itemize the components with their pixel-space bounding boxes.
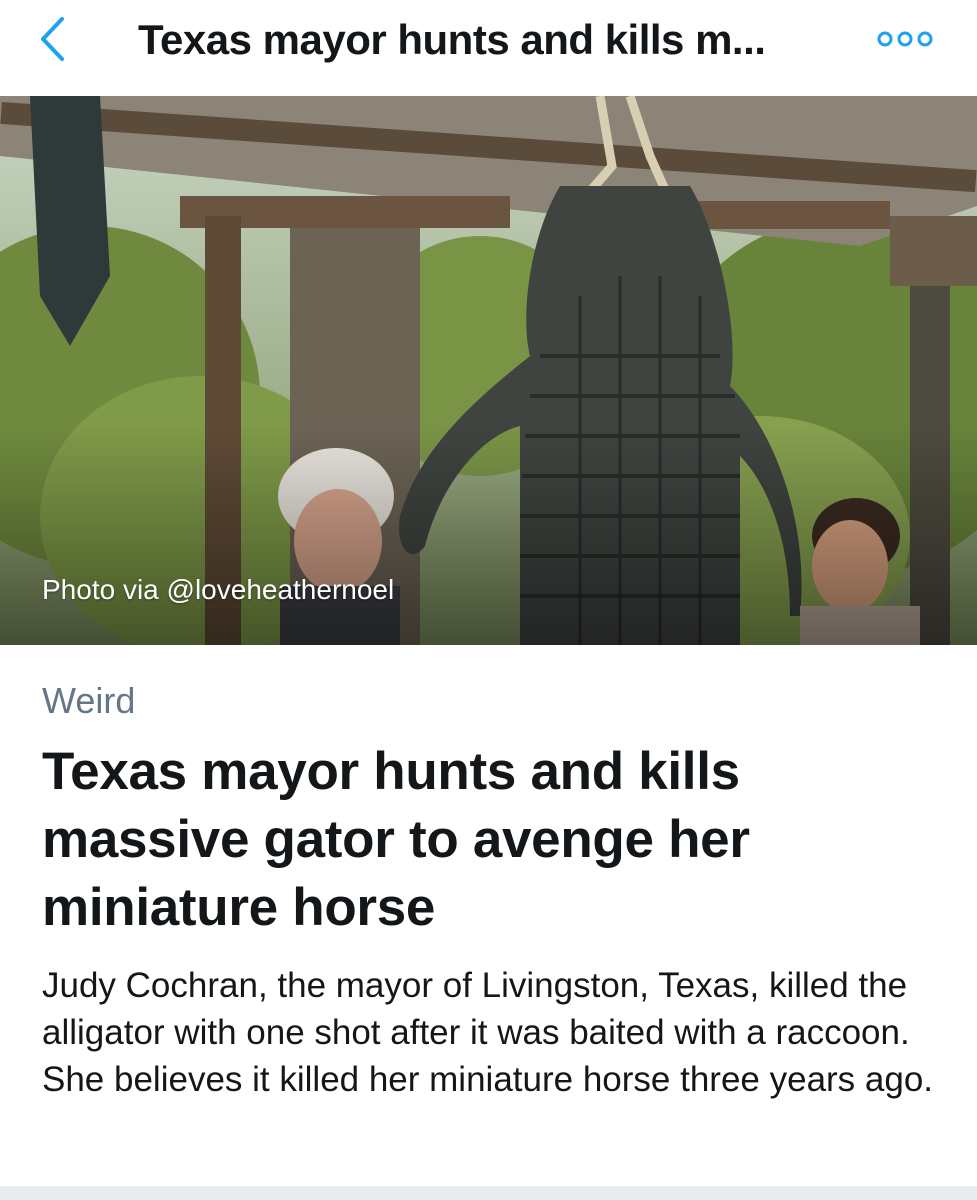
page-title: Texas mayor hunts and kills m... <box>138 16 766 63</box>
article-hero-image[interactable]: Photo via @loveheathernoel <box>0 96 977 645</box>
more-options-icon <box>877 31 933 47</box>
section-divider <box>0 1186 977 1200</box>
alligator-photo <box>0 96 977 645</box>
more-options-button[interactable] <box>872 22 938 56</box>
article-headline[interactable]: Texas mayor hunts and kills massive gato… <box>42 738 942 942</box>
article-category[interactable]: Weird <box>42 678 135 724</box>
article-summary: Judy Cochran, the mayor of Livingston, T… <box>42 966 934 1099</box>
chevron-left-icon <box>41 17 64 61</box>
back-button[interactable] <box>30 14 74 64</box>
navigation-bar: Texas mayor hunts and kills m... <box>0 0 977 96</box>
photo-credit: Photo via @loveheathernoel <box>42 574 395 605</box>
